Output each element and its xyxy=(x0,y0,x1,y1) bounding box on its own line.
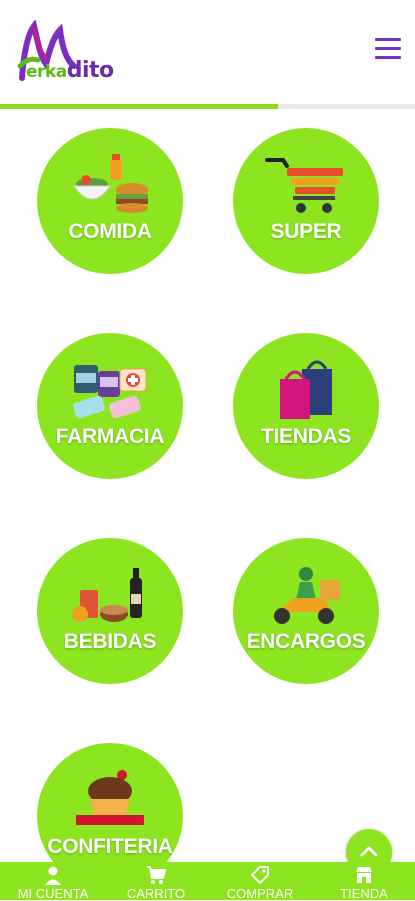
category-label: TIENDAS xyxy=(260,425,352,448)
nav-label: COMPRAR xyxy=(226,886,294,901)
cart-icon xyxy=(265,158,343,213)
app-header: erkadito xyxy=(0,0,415,104)
nav-tienda[interactable]: TIENDA xyxy=(322,862,406,901)
logo-text-green: erka xyxy=(26,62,67,82)
nav-carrito[interactable]: CARRITO xyxy=(113,862,199,901)
category-label: ENCARGOS xyxy=(246,630,366,653)
tag-icon xyxy=(250,866,269,885)
logo-text: erkadito xyxy=(26,58,114,83)
category-label: BEBIDAS xyxy=(63,630,157,653)
cupcake-icon xyxy=(76,770,144,825)
shopping-bags-icon xyxy=(280,360,332,419)
menu-button[interactable] xyxy=(375,38,401,60)
logo-text-purple: dito xyxy=(66,58,114,83)
category-label: SUPER xyxy=(270,220,342,243)
category-super[interactable]: SUPER xyxy=(233,128,379,274)
delivery-scooter-icon xyxy=(274,567,340,624)
nav-label: MI CUENTA xyxy=(17,886,89,901)
store-icon xyxy=(356,867,372,883)
chevron-up-icon xyxy=(360,846,378,857)
category-label: COMIDA xyxy=(68,220,152,243)
category-encargos[interactable]: ENCARGOS xyxy=(233,538,379,684)
drinks-icon xyxy=(72,568,142,622)
loading-progress-bar xyxy=(0,104,415,109)
category-farmacia[interactable]: FARMACIA xyxy=(37,333,183,479)
nav-label: CARRITO xyxy=(126,886,186,901)
nav-comprar[interactable]: COMPRAR xyxy=(218,862,302,901)
category-bebidas[interactable]: BEBIDAS xyxy=(37,538,183,684)
nav-mi-cuenta[interactable]: MI CUENTA xyxy=(8,862,98,901)
bottom-nav: MI CUENTA CARRITO COMPRAR TIENDA xyxy=(0,862,415,901)
hamburger-icon xyxy=(375,38,401,41)
user-icon xyxy=(45,866,61,885)
category-label: FARMACIA xyxy=(55,425,165,448)
category-comida[interactable]: COMIDA xyxy=(37,128,183,274)
category-label: CONFITERIA xyxy=(47,835,173,858)
pharmacy-icon xyxy=(73,365,147,419)
nav-label: TIENDA xyxy=(340,886,388,901)
loading-progress-fill xyxy=(0,104,279,109)
food-icon xyxy=(73,154,148,213)
category-tiendas[interactable]: TIENDAS xyxy=(233,333,379,479)
cart-icon xyxy=(147,866,166,884)
